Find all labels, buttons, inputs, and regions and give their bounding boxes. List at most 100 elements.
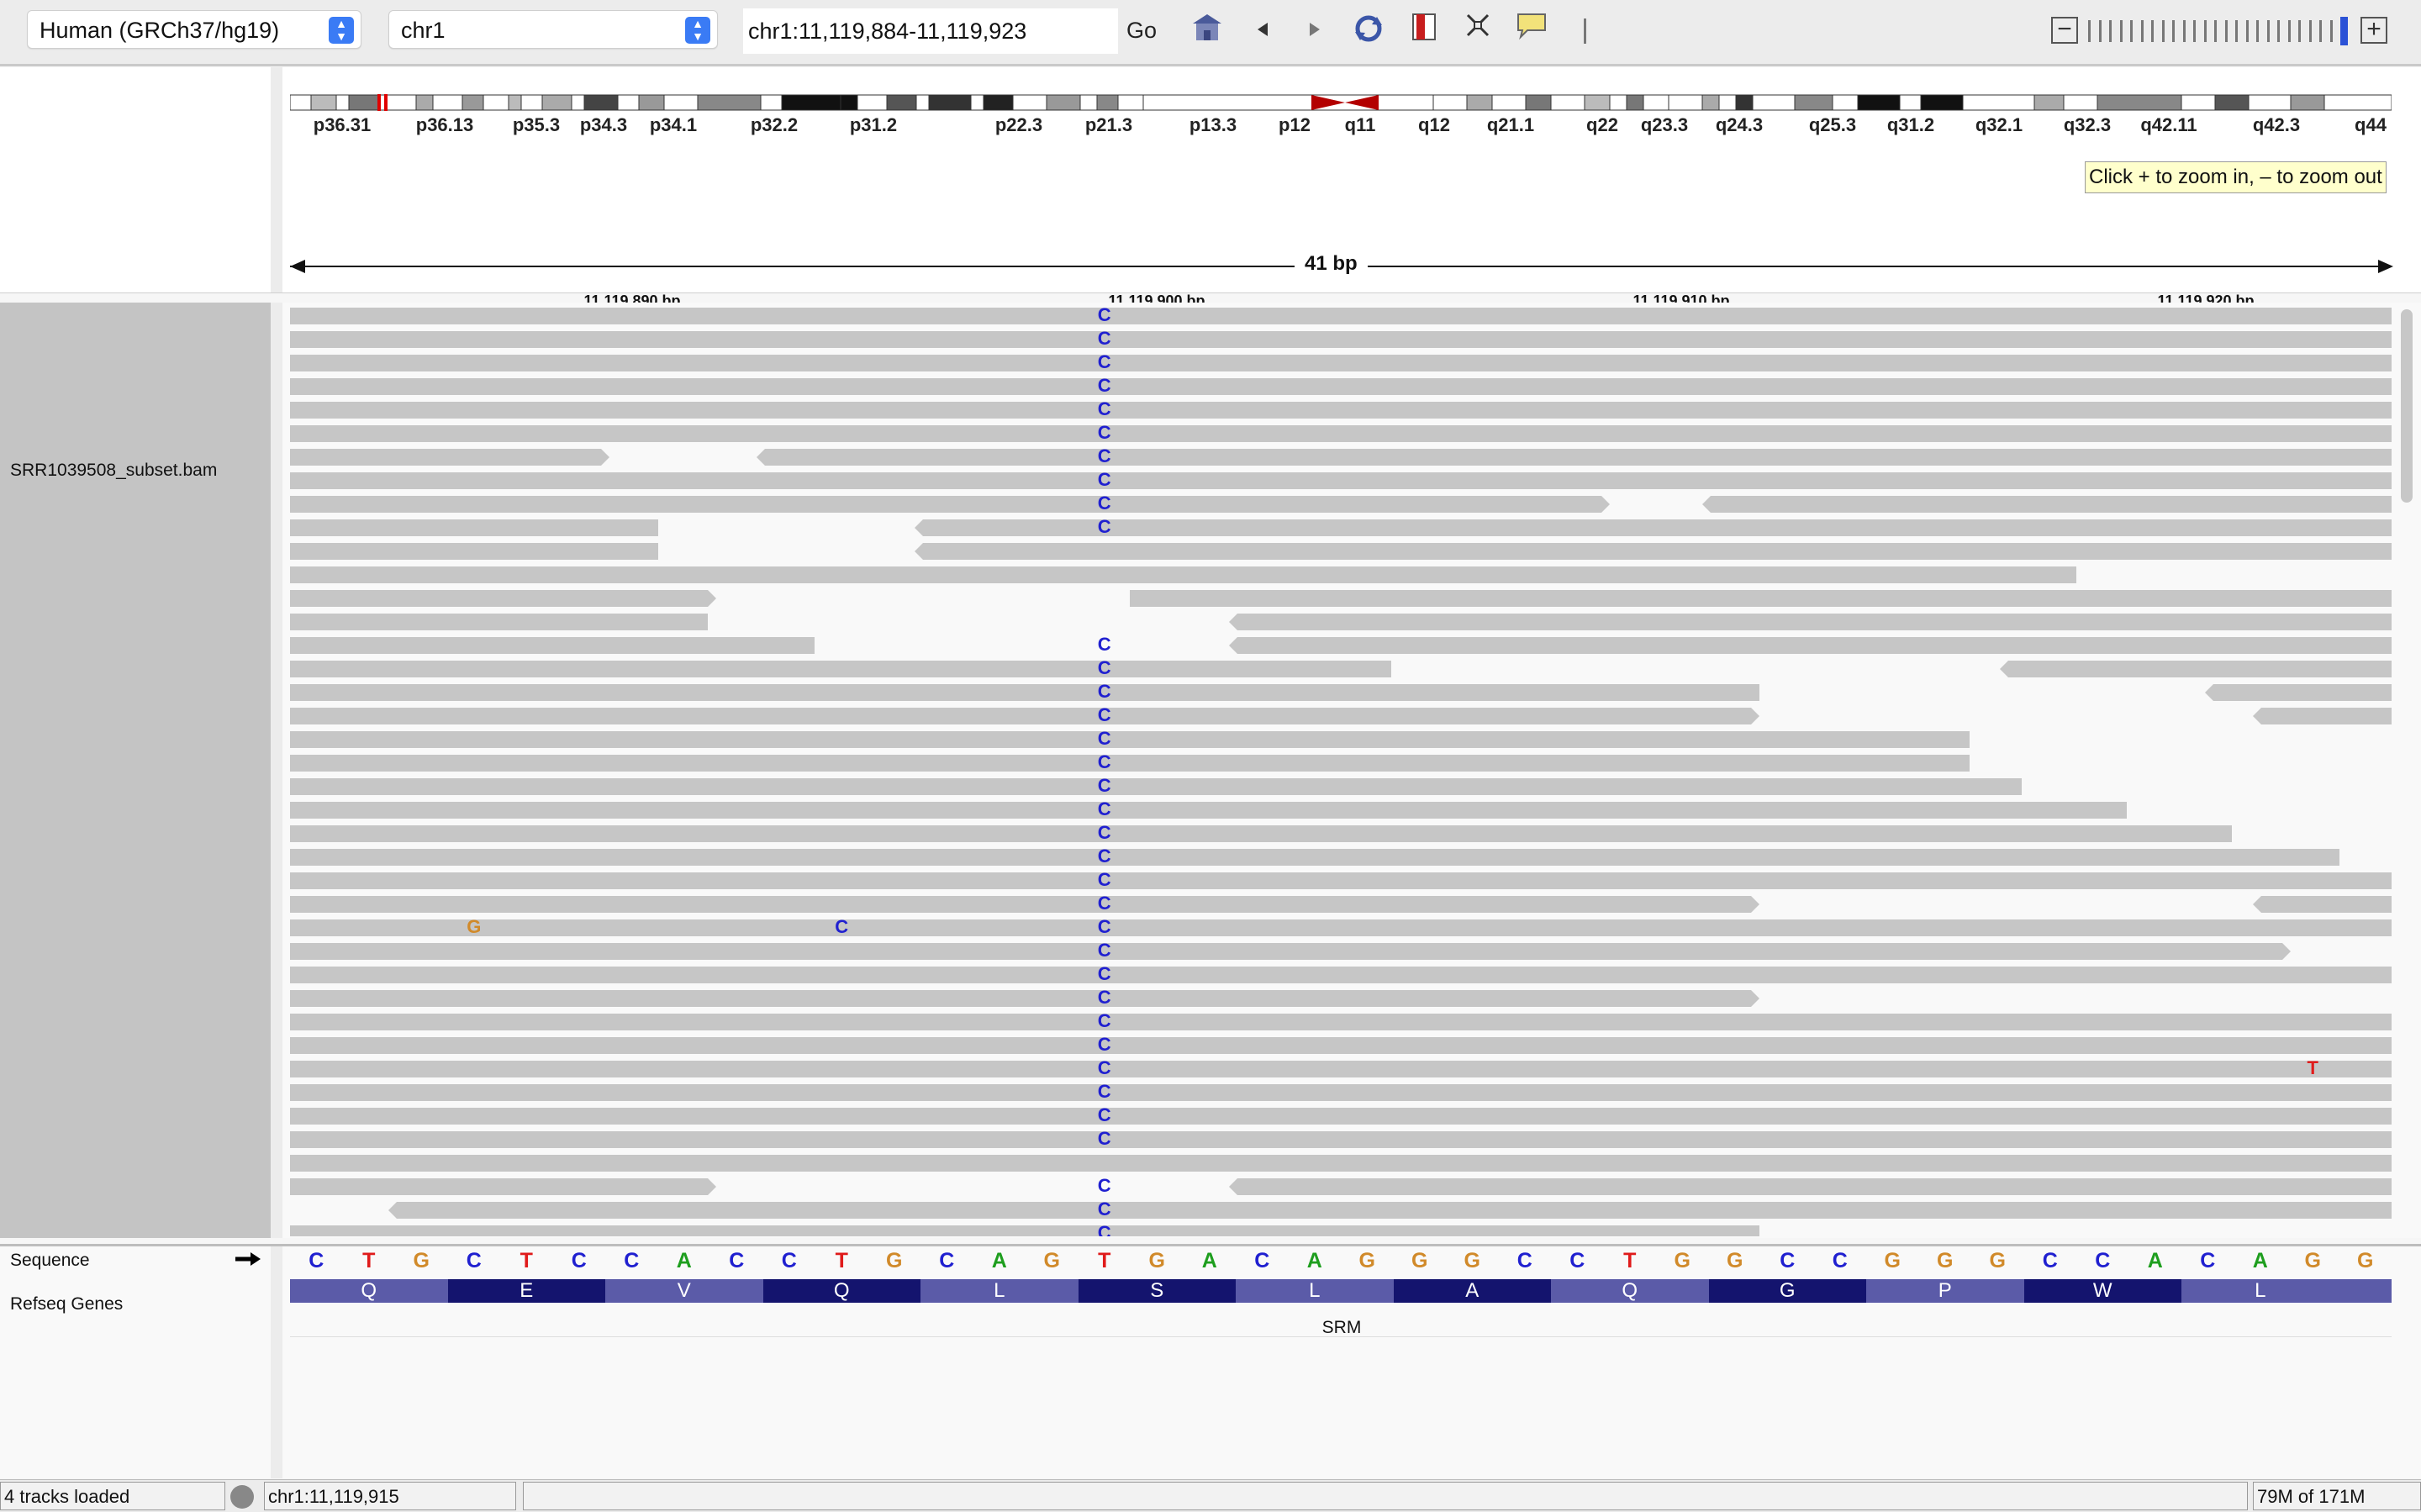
read-alignment[interactable] (757, 449, 2392, 466)
go-button[interactable]: Go (1126, 13, 1165, 47)
read-alignment[interactable] (290, 661, 1391, 677)
read-alignment[interactable] (290, 1061, 2392, 1077)
read-alignment[interactable] (290, 378, 2392, 395)
sequence-base: C (309, 1249, 324, 1272)
read-alignment[interactable] (290, 1084, 2392, 1101)
read-alignment[interactable] (290, 684, 1759, 701)
read-alignment[interactable] (290, 708, 1759, 724)
read-alignment[interactable] (290, 590, 716, 607)
ideogram-band (520, 94, 543, 111)
read-alignment[interactable] (290, 1108, 2392, 1125)
read-alignment[interactable] (1229, 614, 2392, 630)
read-alignment[interactable] (290, 825, 2232, 842)
refresh-icon[interactable] (1350, 12, 1387, 49)
home-icon[interactable] (1189, 12, 1226, 49)
read-alignment[interactable] (290, 402, 2392, 419)
read-alignment[interactable] (2253, 896, 2392, 913)
read-alignment[interactable] (290, 967, 2392, 983)
zoom-tick (2203, 20, 2207, 42)
read-alignment[interactable] (290, 919, 2392, 936)
forward-arrow-icon[interactable] (1296, 12, 1333, 49)
read-alignment[interactable] (2000, 661, 2392, 677)
read-alignment[interactable] (1229, 637, 2392, 654)
mismatch-base: C (1097, 893, 1111, 914)
locus-input[interactable] (743, 8, 1118, 54)
alignment-track[interactable]: CCCCCCCCCCCCCCCCCCCCCCCGCCCCCCCTCCCCCC (290, 308, 2392, 1236)
read-alignment[interactable] (290, 308, 2392, 324)
read-alignment[interactable] (290, 1014, 2392, 1030)
read-alignment[interactable] (290, 1037, 2392, 1054)
read-alignment[interactable] (290, 1225, 1759, 1236)
read-alignment[interactable] (290, 449, 609, 466)
read-alignment[interactable] (1702, 496, 2392, 513)
region-of-interest-icon[interactable] (1406, 12, 1443, 49)
gene-name[interactable]: SRM (1322, 1318, 1362, 1338)
zoom-out-button[interactable]: − (2051, 17, 2078, 44)
sequence-base: T (1098, 1249, 1111, 1272)
read-alignment[interactable] (290, 331, 2392, 348)
sequence-base: C (729, 1249, 745, 1272)
mismatch-base: C (1097, 987, 1111, 1008)
alignment-track-name[interactable]: SRR1039508_subset.bam (10, 461, 217, 481)
zoom-slider-thumb[interactable] (2340, 17, 2348, 45)
read-alignment[interactable] (290, 472, 2392, 489)
track-separator (290, 1336, 2392, 1337)
amino-acid: W (2023, 1279, 2181, 1303)
popup-info-icon[interactable] (1513, 12, 1550, 49)
sequence-base: G (413, 1249, 430, 1272)
sequence-base: T (362, 1249, 376, 1272)
read-alignment[interactable] (290, 896, 1759, 913)
read-alignment[interactable] (290, 425, 2392, 442)
read-alignment[interactable] (388, 1202, 2392, 1219)
read-alignment[interactable] (290, 566, 2076, 583)
mismatch-base: C (1097, 516, 1111, 537)
amino-acid: Q (762, 1279, 920, 1303)
gene-track-name[interactable]: Refseq Genes (10, 1294, 123, 1314)
read-alignment[interactable] (290, 614, 708, 630)
read-alignment[interactable] (290, 355, 2392, 371)
toolbar: Human (GRCh37/hg19) ▲▼ chr1 ▲▼ Go − + (0, 0, 2421, 66)
back-arrow-icon[interactable] (1244, 12, 1281, 49)
genome-dropdown[interactable]: Human (GRCh37/hg19) ▲ ▼ (27, 10, 361, 49)
read-alignment[interactable] (290, 990, 1759, 1007)
read-alignment[interactable] (290, 1178, 716, 1195)
ideogram-band (290, 94, 312, 111)
read-alignment[interactable] (290, 519, 658, 536)
read-alignment[interactable] (290, 849, 2339, 866)
vertical-scrollbar[interactable] (2401, 309, 2413, 503)
mismatch-base: C (1097, 422, 1111, 443)
read-alignment[interactable] (290, 802, 2127, 819)
read-alignment[interactable] (290, 637, 815, 654)
mismatch-base: C (1097, 308, 1111, 325)
read-alignment[interactable] (290, 731, 1970, 748)
ideogram-band (1832, 94, 1859, 111)
chromosome-ideogram[interactable] (290, 94, 2392, 111)
read-alignment[interactable] (915, 519, 2392, 536)
zoom-tick (2298, 20, 2301, 42)
zoom-slider[interactable] (2088, 20, 2340, 42)
strand-arrow-icon[interactable] (234, 1251, 262, 1267)
sequence-track-name[interactable]: Sequence (10, 1251, 90, 1271)
ideogram-band (915, 94, 930, 111)
read-alignment[interactable] (2205, 684, 2392, 701)
toolbar-separator (1584, 18, 1586, 44)
read-alignment[interactable] (915, 543, 2392, 560)
read-alignment[interactable] (2253, 708, 2392, 724)
band-label: p34.3 (579, 114, 628, 135)
read-alignment[interactable] (290, 755, 1970, 772)
zoom-tick (2266, 20, 2270, 42)
read-alignment[interactable] (290, 778, 2022, 795)
read-alignment[interactable] (1130, 590, 2392, 607)
read-alignment[interactable] (290, 1131, 2392, 1148)
read-alignment[interactable] (290, 496, 1610, 513)
read-alignment[interactable] (290, 1155, 2392, 1172)
read-alignment[interactable] (1229, 1178, 2392, 1195)
zoom-in-button[interactable]: + (2360, 17, 2387, 44)
chromosome-dropdown[interactable]: chr1 ▲ ▼ (388, 10, 718, 49)
mismatch-base: C (1097, 940, 1111, 961)
resize-to-window-icon[interactable] (1459, 12, 1496, 49)
zoom-tick (2193, 20, 2196, 42)
read-alignment[interactable] (290, 872, 2392, 889)
read-alignment[interactable] (290, 543, 658, 560)
read-alignment[interactable] (290, 943, 2291, 960)
